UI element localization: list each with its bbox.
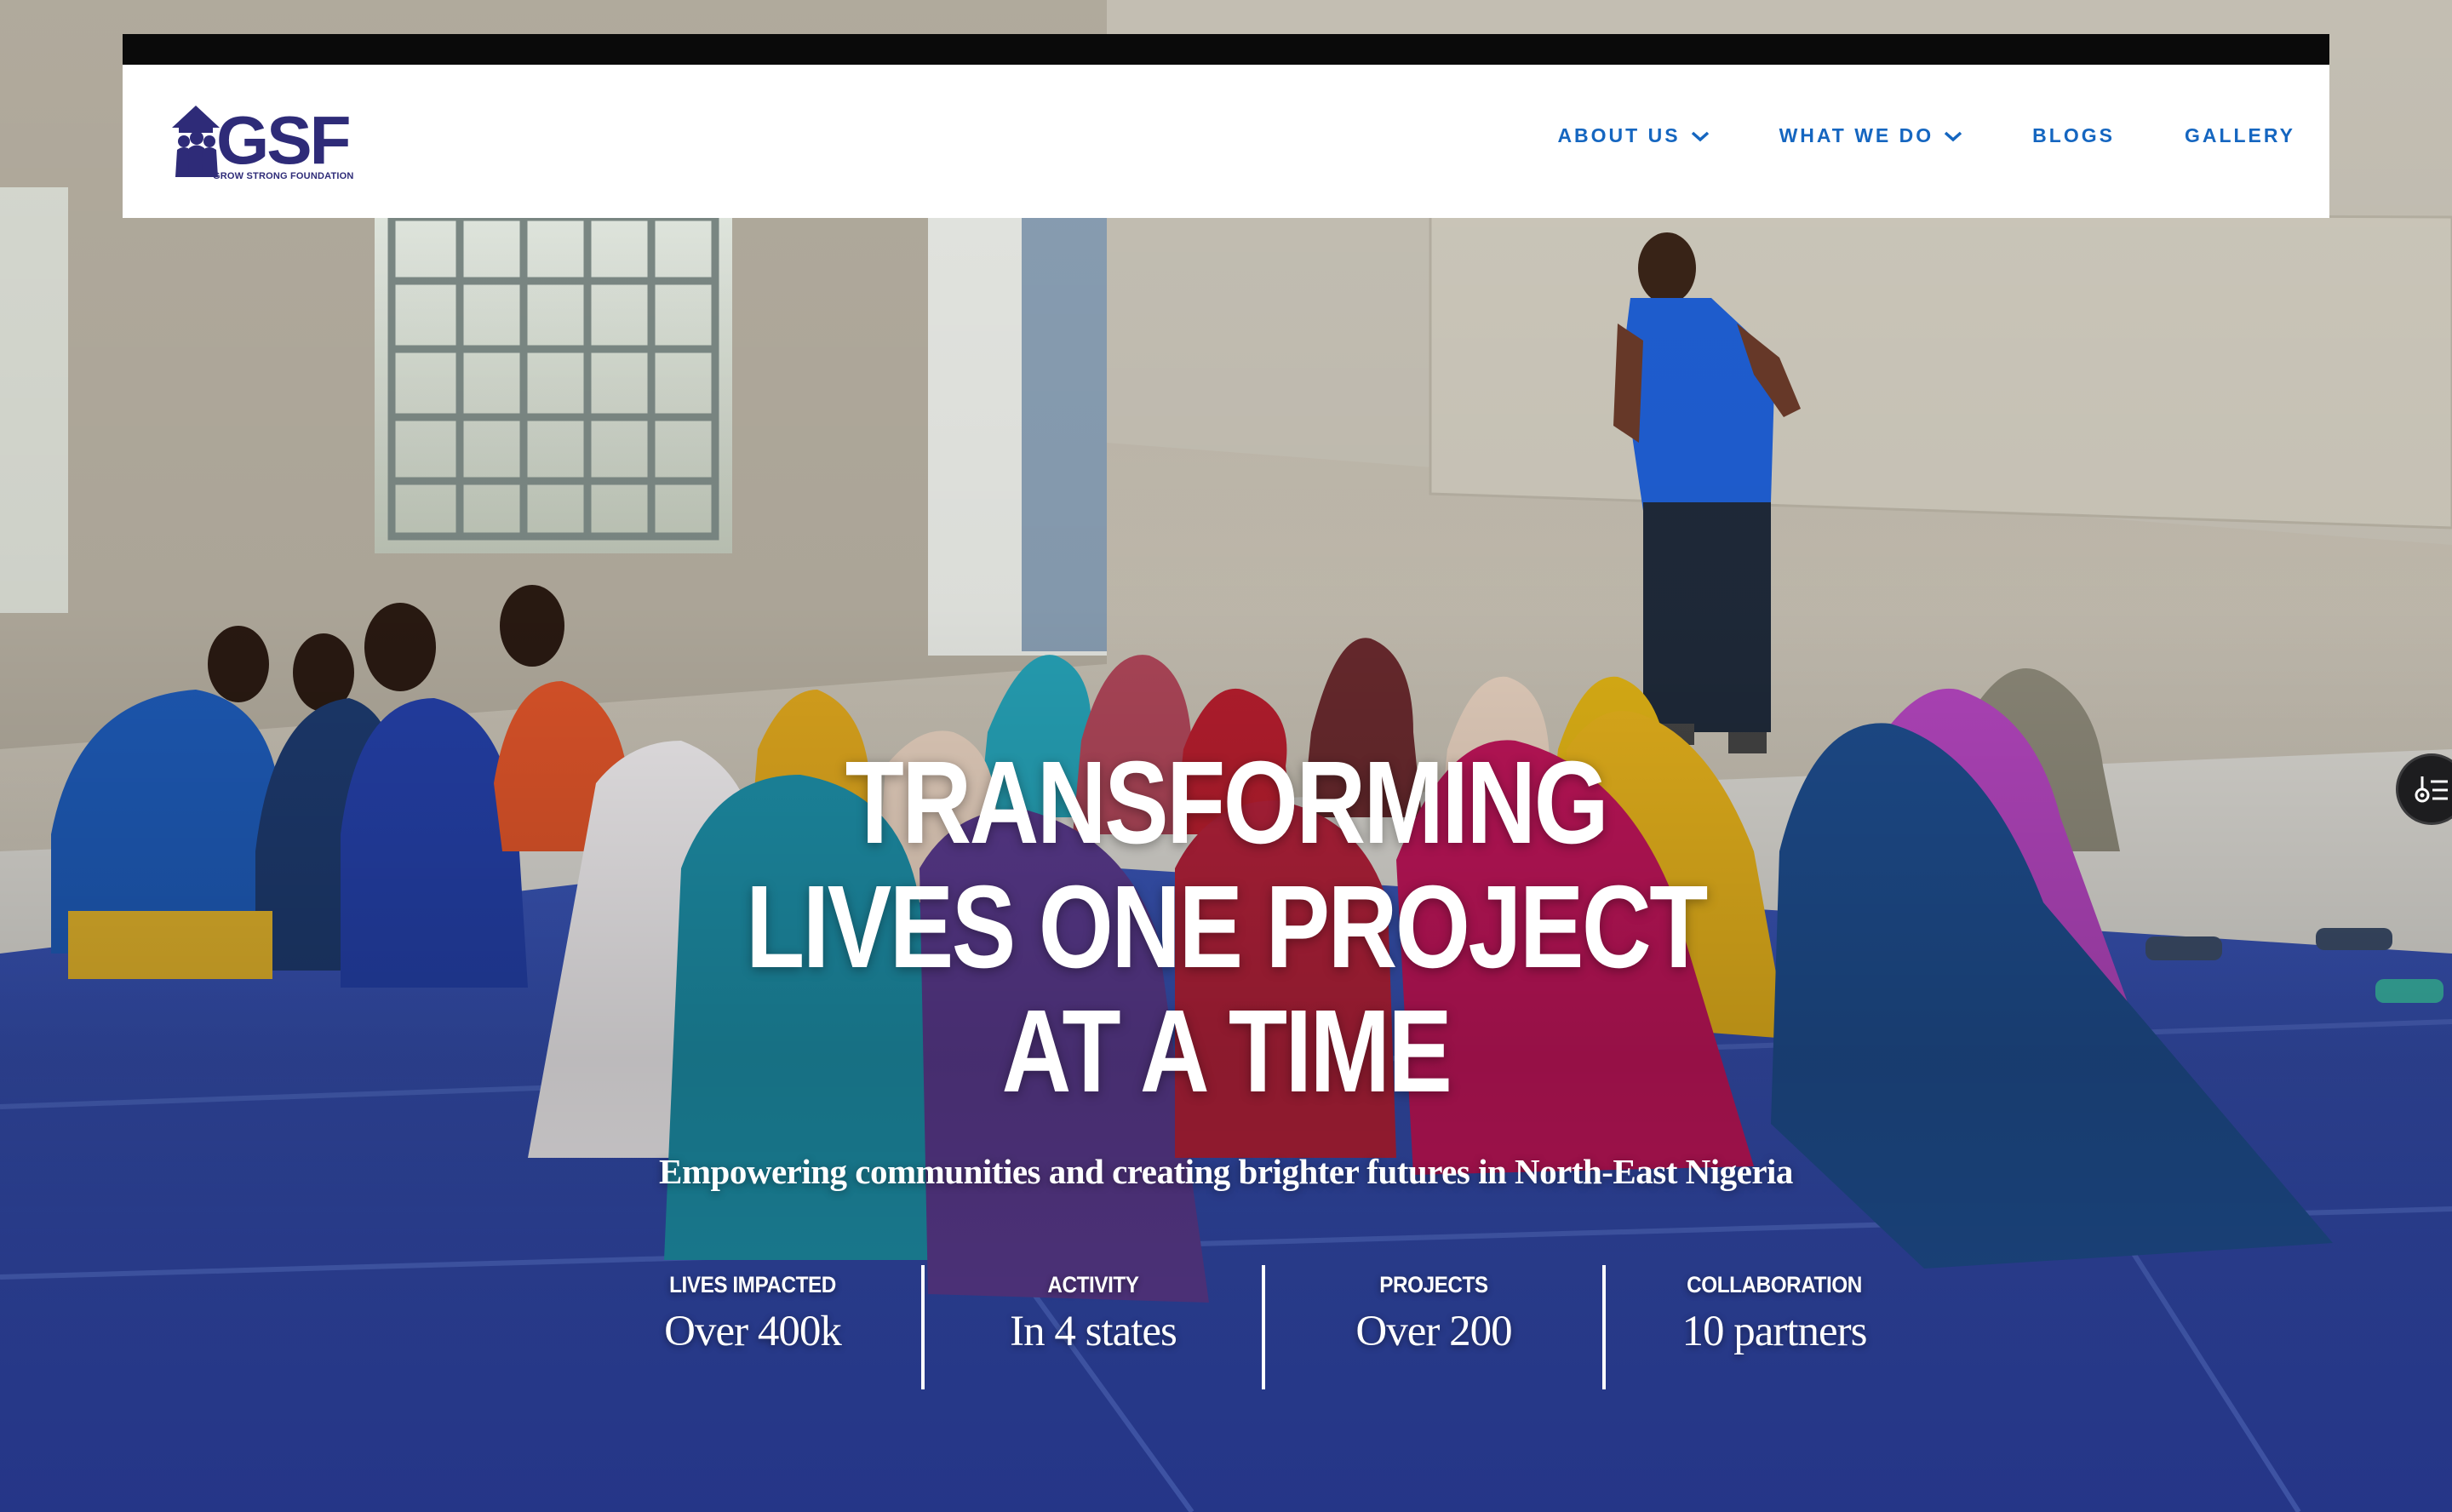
chevron-down-icon	[1944, 124, 1962, 147]
nav-blogs-label: BLOGS	[2032, 124, 2115, 146]
stat-value: 10 partners	[1681, 1308, 1867, 1355]
stat-label: LIVES IMPACTED	[669, 1272, 836, 1297]
nav-what-we-do[interactable]: WHAT WE DO	[1779, 124, 1963, 147]
impact-stats: LIVES IMPACTED Over 400k ACTIVITY In 4 s…	[584, 1265, 2023, 1389]
stat-projects: PROJECTS Over 200	[1265, 1265, 1602, 1389]
nav-gallery-label: GALLERY	[2184, 124, 2295, 146]
hero-headline-line-2: LIVES ONE PROJECT	[746, 862, 1708, 993]
stat-value: Over 200	[1355, 1308, 1512, 1355]
house-people-logo-icon	[172, 106, 220, 177]
brand-name: GSF	[216, 102, 351, 178]
stat-label: PROJECTS	[1379, 1272, 1488, 1297]
brand-tagline: GROW STRONG FOUNDATION	[213, 171, 354, 181]
hero-subtitle: Empowering communities and creating brig…	[659, 1152, 1793, 1191]
navbar: GSF GROW STRONG FOUNDATION ABOUT US WHAT…	[123, 65, 2329, 218]
stat-lives-impacted: LIVES IMPACTED Over 400k	[584, 1265, 921, 1389]
main-navigation: ABOUT US WHAT WE DO BLOGS GALLERY	[1487, 124, 2295, 147]
header-top-bar	[123, 34, 2329, 65]
chevron-down-icon	[1691, 124, 1710, 147]
stat-label: ACTIVITY	[1047, 1272, 1139, 1297]
stat-label: COLLABORATION	[1687, 1272, 1862, 1297]
nav-blogs[interactable]: BLOGS	[2032, 124, 2115, 147]
stat-value: Over 400k	[664, 1308, 842, 1355]
stat-activity: ACTIVITY In 4 states	[925, 1265, 1262, 1389]
nav-gallery[interactable]: GALLERY	[2185, 124, 2295, 147]
nav-about-us-label: ABOUT US	[1557, 124, 1681, 146]
hero-headline: TRANSFORMING LIVES ONE PROJECT AT A TIME	[0, 741, 2452, 1114]
stat-collaboration: COLLABORATION 10 partners	[1606, 1265, 1943, 1389]
stat-value: In 4 states	[1010, 1308, 1177, 1355]
brand-logo[interactable]: GSF GROW STRONG FOUNDATION	[170, 102, 358, 187]
hero-headline-line-3: AT A TIME	[1001, 986, 1452, 1117]
nav-about-us[interactable]: ABOUT US	[1557, 124, 1709, 147]
hero-headline-line-1: TRANSFORMING	[845, 737, 1609, 868]
nav-what-we-do-label: WHAT WE DO	[1779, 124, 1934, 146]
